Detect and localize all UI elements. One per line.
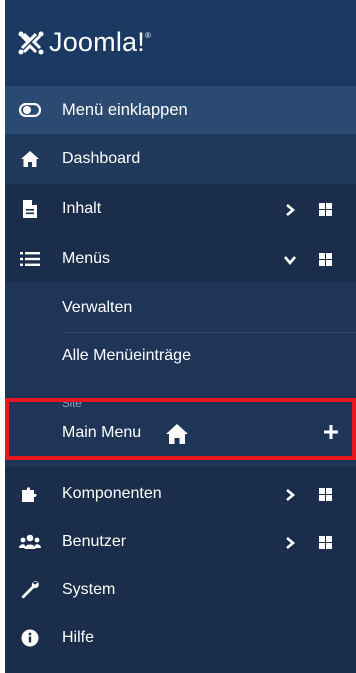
add-menu-item-icon[interactable] [323, 424, 339, 440]
home-icon [18, 147, 42, 171]
sidebar-item-dashboard[interactable]: Dashboard [5, 134, 356, 184]
collapse-menu-label: Menü einklappen [62, 101, 188, 119]
site-section-label: Site [62, 398, 82, 410]
chevron-right-icon[interactable] [283, 488, 297, 502]
sidebar-item-label: Inhalt [62, 200, 102, 217]
file-icon [18, 197, 42, 221]
sidebar-item-label: Komponenten [62, 485, 162, 502]
sidebar-item-content[interactable]: Inhalt [5, 184, 356, 234]
sidebar-item-users[interactable]: Benutzer [5, 518, 356, 566]
submenu-divider [62, 332, 356, 333]
main-menu-label: Main Menu [62, 424, 142, 441]
menus-submenu: Verwalten Alle Menüeinträge Site Main Me… [5, 282, 356, 467]
chevron-down-icon[interactable] [283, 253, 297, 267]
puzzle-icon [18, 482, 42, 506]
dashboard-grid-icon[interactable] [319, 488, 332, 501]
submenu-item-manage[interactable]: Verwalten [62, 299, 132, 317]
dashboard-grid-icon[interactable] [319, 536, 332, 549]
dashboard-grid-icon[interactable] [319, 253, 332, 266]
dashboard-grid-icon[interactable] [319, 203, 332, 216]
submenu-item-main-menu[interactable]: Main Menu [5, 415, 356, 459]
submenu-item-all-menu-items[interactable]: Alle Menüeinträge [62, 347, 191, 365]
chevron-right-icon[interactable] [283, 536, 297, 550]
users-icon [18, 530, 42, 554]
sidebar-item-label: Dashboard [62, 150, 141, 167]
sidebar-item-label: Menüs [62, 250, 111, 267]
sidebar-item-components[interactable]: Komponenten [5, 470, 356, 518]
joomla-logo-icon [18, 31, 44, 55]
sidebar-item-menus[interactable]: Menüs [5, 234, 356, 284]
toggle-icon [18, 98, 42, 122]
sidebar-item-help[interactable]: Hilfe [5, 614, 356, 662]
sidebar-item-system[interactable]: System [5, 566, 356, 614]
collapse-menu-button[interactable]: Menü einklappen [5, 86, 356, 134]
wrench-icon [18, 578, 42, 602]
home-icon [166, 424, 188, 444]
sidebar-item-label: Benutzer [62, 533, 127, 550]
sidebar-item-label: System [62, 581, 116, 598]
sidebar-item-label: Hilfe [62, 629, 95, 646]
sidebar: Joomla!® Menü einklappen Dashboard Inhal… [5, 0, 356, 673]
list-icon [18, 247, 42, 271]
brand-name: Joomla!® [49, 27, 152, 57]
chevron-right-icon[interactable] [283, 203, 297, 217]
brand-header[interactable]: Joomla!® [5, 0, 356, 86]
info-icon [18, 626, 42, 650]
